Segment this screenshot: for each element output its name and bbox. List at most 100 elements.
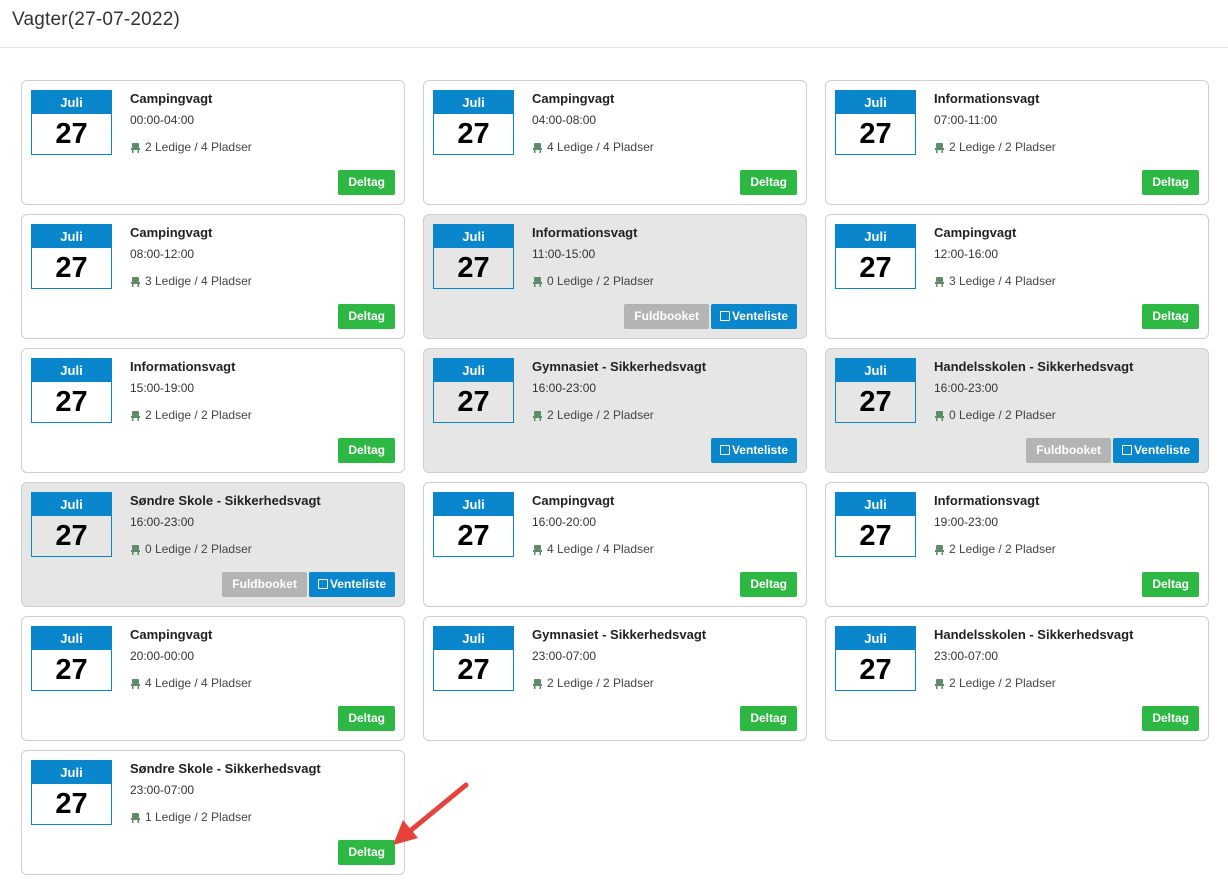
waitlist-button[interactable]: Venteliste — [1112, 438, 1199, 463]
shift-card: Juli 27 Handelsskolen - Sikkerhedsvagt 23:0… — [825, 616, 1209, 741]
shift-actions: Deltag — [740, 170, 797, 195]
calendar-month: Juli — [836, 91, 915, 114]
calendar-day: 27 — [55, 252, 88, 284]
shift-time: 16:00-23:00 — [532, 381, 597, 395]
seats-label: 3 Ledige / 4 Pladser — [145, 274, 252, 288]
calendar-month: Juli — [836, 493, 915, 516]
shift-actions: Deltag — [1142, 170, 1199, 195]
shift-seats: 4 Ledige / 4 Pladser — [532, 542, 654, 558]
calendar-date: Juli 27 — [433, 90, 514, 155]
shift-time: 23:00-07:00 — [532, 649, 597, 663]
shift-time: 19:00-23:00 — [934, 515, 999, 529]
seat-icon — [130, 276, 141, 290]
shift-card: Juli 27 Søndre Skole - Sikkerhedsvagt 23:00… — [21, 750, 405, 875]
shift-seats: 3 Ledige / 4 Pladser — [934, 274, 1056, 290]
shift-card: Juli 27 Informationsvagt 07:00-11:00 2 Ledig… — [825, 80, 1209, 205]
calendar-month: Juli — [32, 91, 111, 114]
join-button[interactable]: Deltag — [1142, 304, 1199, 329]
shift-seats: 4 Ledige / 4 Pladser — [130, 676, 252, 692]
shift-grid: Juli 27 Campingvagt 00:00-04:00 2 Ledige / 4… — [0, 0, 1228, 884]
shift-time: 16:00-20:00 — [532, 515, 597, 529]
shift-time: 16:00-23:00 — [934, 381, 999, 395]
shift-seats: 2 Ledige / 2 Pladser — [934, 542, 1056, 558]
shift-actions: Deltag — [1142, 572, 1199, 597]
shift-title: Handelsskolen - Sikkerhedsvagt — [934, 359, 1134, 374]
fully-booked-button: Fuldbooket — [1026, 438, 1111, 463]
calendar-day: 27 — [859, 520, 892, 552]
seats-label: 2 Ledige / 2 Pladser — [547, 408, 654, 422]
shift-actions: Deltag — [338, 304, 395, 329]
shift-time: 23:00-07:00 — [130, 783, 195, 797]
join-button[interactable]: Deltag — [740, 572, 797, 597]
calendar-day: 27 — [457, 520, 490, 552]
seats-label: 2 Ledige / 2 Pladser — [547, 676, 654, 690]
shift-title: Campingvagt — [130, 225, 213, 240]
shift-title: Campingvagt — [934, 225, 1017, 240]
calendar-date: Juli 27 — [31, 358, 112, 423]
calendar-date: Juli 27 — [835, 626, 916, 691]
join-button[interactable]: Deltag — [740, 706, 797, 731]
join-button[interactable]: Deltag — [338, 304, 395, 329]
shift-time: 11:00-15:00 — [532, 247, 596, 261]
join-button[interactable]: Deltag — [338, 438, 395, 463]
seats-label: 2 Ledige / 2 Pladser — [949, 676, 1056, 690]
shift-seats: 2 Ledige / 2 Pladser — [130, 408, 252, 424]
seats-label: 0 Ledige / 2 Pladser — [547, 274, 654, 288]
seat-icon — [130, 678, 141, 692]
join-button[interactable]: Deltag — [338, 706, 395, 731]
calendar-day: 27 — [859, 252, 892, 284]
shift-actions: Deltag — [740, 706, 797, 731]
join-button[interactable]: Deltag — [338, 170, 395, 195]
calendar-date: Juli 27 — [31, 626, 112, 691]
waitlist-button[interactable]: Venteliste — [308, 572, 395, 597]
seat-icon — [532, 142, 543, 156]
join-button[interactable]: Deltag — [1142, 572, 1199, 597]
shift-time: 12:00-16:00 — [934, 247, 999, 261]
seat-icon — [532, 678, 543, 692]
join-button[interactable]: Deltag — [740, 170, 797, 195]
calendar-day: 27 — [457, 252, 490, 284]
shift-title: Campingvagt — [532, 493, 615, 508]
calendar-date: Juli 27 — [433, 358, 514, 423]
shift-seats: 2 Ledige / 2 Pladser — [532, 676, 654, 692]
calendar-day: 27 — [859, 118, 892, 150]
shift-actions: Fuldbooket Venteliste — [624, 304, 797, 329]
calendar-month: Juli — [434, 91, 513, 114]
calendar-day: 27 — [55, 654, 88, 686]
seat-icon — [130, 812, 141, 826]
shift-title: Gymnasiet - Sikkerhedsvagt — [532, 359, 707, 374]
shift-card: Juli 27 Campingvagt 12:00-16:00 3 Ledige / 4… — [825, 214, 1209, 339]
calendar-day: 27 — [55, 520, 88, 552]
shift-time: 08:00-12:00 — [130, 247, 195, 261]
shift-seats: 2 Ledige / 2 Pladser — [532, 408, 654, 424]
calendar-date: Juli 27 — [433, 224, 514, 289]
join-button[interactable]: Deltag — [1142, 706, 1199, 731]
waitlist-button[interactable]: Venteliste — [710, 304, 797, 329]
seat-icon — [532, 410, 543, 424]
waitlist-label: Venteliste — [731, 309, 788, 323]
calendar-month: Juli — [32, 761, 111, 784]
waitlist-button[interactable]: Venteliste — [710, 438, 797, 463]
calendar-month: Juli — [434, 627, 513, 650]
shift-time: 00:00-04:00 — [130, 113, 195, 127]
shift-title: Informationsvagt — [934, 493, 1040, 508]
calendar-month: Juli — [434, 359, 513, 382]
join-button[interactable]: Deltag — [1142, 170, 1199, 195]
join-button[interactable]: Deltag — [338, 840, 395, 865]
shift-actions: Deltag — [1142, 706, 1199, 731]
shift-actions: Deltag — [338, 438, 395, 463]
shift-card: Juli 27 Campingvagt 20:00-00:00 4 Ledige / 4… — [21, 616, 405, 741]
waitlist-label: Venteliste — [329, 577, 386, 591]
shift-card: Juli 27 Campingvagt 16:00-20:00 4 Ledige / 4… — [423, 482, 807, 607]
seats-label: 2 Ledige / 2 Pladser — [949, 542, 1056, 556]
fully-booked-button: Fuldbooket — [222, 572, 307, 597]
calendar-date: Juli 27 — [835, 224, 916, 289]
seats-label: 3 Ledige / 4 Pladser — [949, 274, 1056, 288]
shift-actions: Deltag — [338, 170, 395, 195]
shift-seats: 2 Ledige / 4 Pladser — [130, 140, 252, 156]
shift-title: Handelsskolen - Sikkerhedsvagt — [934, 627, 1134, 642]
seats-label: 1 Ledige / 2 Pladser — [145, 810, 252, 824]
seat-icon — [532, 276, 543, 290]
seats-label: 4 Ledige / 4 Pladser — [145, 676, 252, 690]
shift-card: Juli 27 Handelsskolen - Sikkerhedsvagt 16:0… — [825, 348, 1209, 473]
